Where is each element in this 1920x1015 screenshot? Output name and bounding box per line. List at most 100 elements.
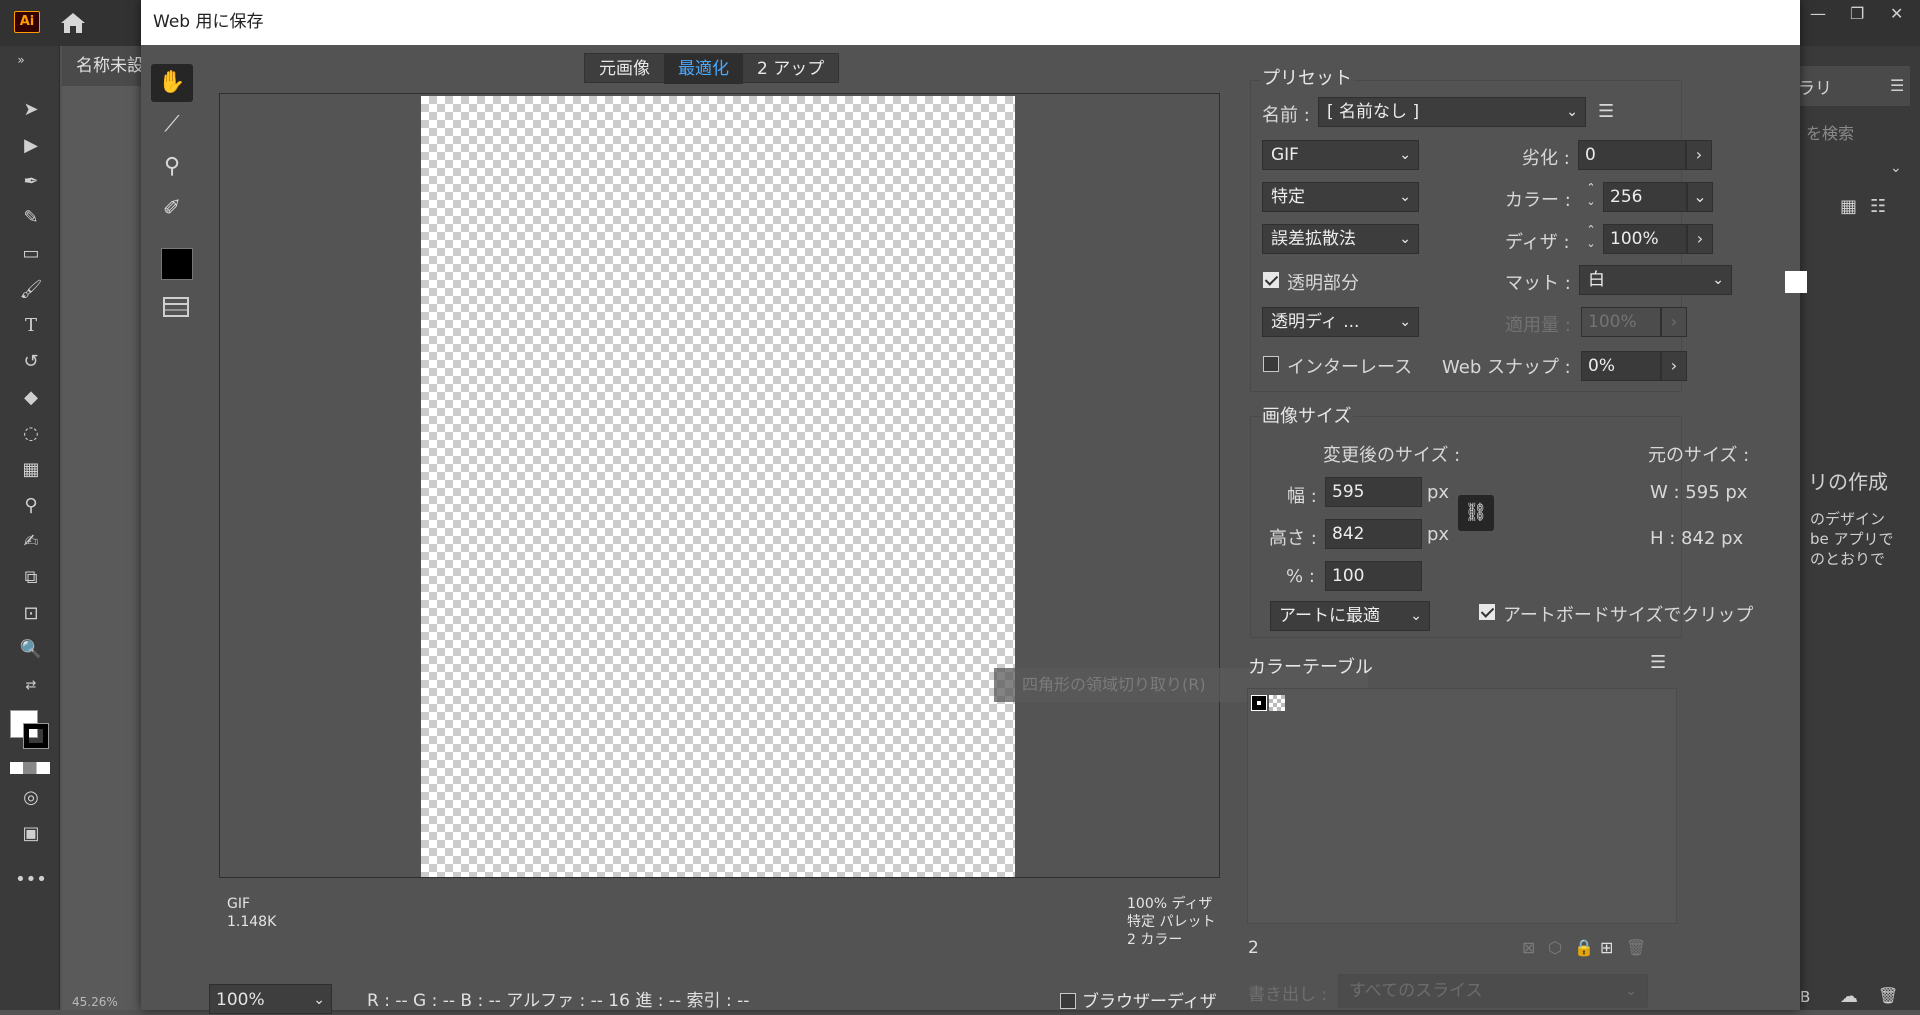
delete-color-icon[interactable]: 🗑 xyxy=(1626,938,1646,957)
web-snap-input[interactable]: 0% xyxy=(1581,351,1661,381)
rectangle-tool-icon[interactable]: ▭ xyxy=(14,240,48,268)
close-window-button[interactable]: ✕ xyxy=(1890,4,1903,23)
preview-format: GIF xyxy=(227,896,251,912)
optimize-fit-select[interactable]: アートに最適 ⌄ xyxy=(1270,601,1430,631)
zoom-level-value: 100% xyxy=(216,990,265,1010)
colors-input[interactable]: 256 xyxy=(1603,182,1687,212)
lossy-slider-button[interactable]: › xyxy=(1686,140,1712,170)
lasso-tool-icon[interactable]: ◌ xyxy=(14,420,48,448)
grid-view-icon[interactable]: ▦ xyxy=(1840,196,1857,217)
color-count: 2 xyxy=(1248,938,1259,958)
chevron-down-icon[interactable]: ⌄ xyxy=(1890,160,1902,176)
chevron-down-icon: ⌄ xyxy=(1625,983,1637,999)
tab-2-up[interactable]: 2 アップ xyxy=(743,54,838,84)
draw-mode-icon[interactable]: ◎ xyxy=(14,784,48,812)
clip-to-artboard-checkbox[interactable] xyxy=(1479,604,1495,620)
dither-slider-button[interactable]: › xyxy=(1687,224,1713,254)
direct-selection-tool-icon[interactable]: ▶ xyxy=(14,132,48,160)
canvas-area xyxy=(62,86,142,1010)
eyedropper-tool-icon[interactable]: ⚲ xyxy=(14,492,48,520)
file-format-select[interactable]: GIF ⌄ xyxy=(1262,140,1419,170)
height-input[interactable]: 842 xyxy=(1325,519,1422,549)
selection-tool-icon[interactable]: ➤ xyxy=(14,96,48,124)
color-table[interactable] xyxy=(1247,688,1677,924)
percent-input[interactable]: 100 xyxy=(1325,561,1422,591)
cloud-icon[interactable]: ☁ xyxy=(1840,986,1858,1007)
create-library-title: リの作成 xyxy=(1808,470,1888,494)
lossy-input[interactable]: 0 xyxy=(1578,140,1686,170)
gradient-tool-icon[interactable]: ▦ xyxy=(14,456,48,484)
dialog-title: Web 用に保存 xyxy=(141,0,1800,45)
swap-colors-icon[interactable]: ⇄ xyxy=(14,672,48,700)
matte-select[interactable]: 白 ⌄ xyxy=(1579,265,1732,295)
stroke-swatch[interactable] xyxy=(23,723,49,749)
color-reduction-select[interactable]: 特定 ⌄ xyxy=(1262,182,1419,212)
artboard-tool-icon[interactable]: ⊡ xyxy=(14,600,48,628)
zoom-tool-icon[interactable]: 🔍 xyxy=(14,636,48,664)
eyedropper-color-swatch[interactable] xyxy=(161,248,193,280)
amount-slider-button[interactable]: › xyxy=(1661,307,1687,337)
amount-input[interactable]: 100% xyxy=(1581,307,1661,337)
hand-icon[interactable]: ✋ xyxy=(151,64,193,102)
chevron-down-icon: ⌄ xyxy=(1399,314,1411,330)
preview-file-size: 1.148K xyxy=(227,914,277,930)
home-icon[interactable] xyxy=(58,10,88,36)
web-snap-slider-button[interactable]: › xyxy=(1661,351,1687,381)
menu-icon[interactable]: ☰ xyxy=(1598,101,1614,122)
pen-tool-icon[interactable]: ✒ xyxy=(14,168,48,196)
minimize-button[interactable]: — xyxy=(1810,4,1826,23)
list-view-icon[interactable]: ☷ xyxy=(1870,196,1886,217)
paintbrush-tool-icon[interactable]: 🖌 xyxy=(14,276,48,304)
restore-button[interactable]: ❐ xyxy=(1850,4,1864,23)
export-select[interactable]: すべてのスライス ⌄ xyxy=(1338,974,1648,1008)
browser-dither-option[interactable]: ブラウザーディザ xyxy=(1060,987,1217,1012)
color-swatch-black[interactable] xyxy=(1251,695,1267,711)
more-tools-icon[interactable]: ••• xyxy=(14,866,48,894)
matte-label: マット : xyxy=(1505,273,1571,294)
web-shift-icon[interactable]: ⬡ xyxy=(1548,938,1562,957)
color-mode-icon[interactable] xyxy=(10,762,50,774)
rotate-tool-icon[interactable]: ↺ xyxy=(14,348,48,376)
library-search-input[interactable]: を検索 xyxy=(1806,120,1854,144)
transparency-dither-select[interactable]: 透明ディ ... ⌄ xyxy=(1262,307,1419,337)
colors-dropdown-button[interactable]: ⌄ xyxy=(1687,182,1713,212)
illustrator-logo: Ai xyxy=(14,11,40,33)
slice-select-icon[interactable]: ⟋ xyxy=(151,106,193,144)
interlaced-checkbox[interactable] xyxy=(1263,356,1279,372)
tab-original[interactable]: 元画像 xyxy=(585,54,664,84)
export-label: 書き出し : xyxy=(1248,985,1328,1005)
add-color-icon[interactable]: ⊞ xyxy=(1600,938,1613,957)
color-swatch-transparent[interactable] xyxy=(1269,695,1285,711)
colors-stepper[interactable]: ⌃ ⌄ xyxy=(1581,181,1601,213)
expand-panel-icon[interactable]: » xyxy=(4,46,38,74)
shape-builder-tool-icon[interactable]: ⧉ xyxy=(14,564,48,592)
preview-dither: 100% ディザ xyxy=(1127,896,1213,912)
trash-icon[interactable]: 🗑 xyxy=(1878,986,1898,1005)
zoom-status[interactable]: 45.26% xyxy=(62,995,142,1010)
tab-optimized[interactable]: 最適化 xyxy=(664,54,743,84)
type-tool-icon[interactable]: T xyxy=(14,312,48,340)
transparency-checkbox[interactable] xyxy=(1263,272,1279,288)
lock-icon[interactable]: 🔒 xyxy=(1574,938,1594,957)
amount-label: 適用量 : xyxy=(1505,315,1571,336)
zoom-icon[interactable]: ⚲ xyxy=(151,148,193,186)
panel-menu-icon[interactable]: ☰ xyxy=(1890,76,1904,95)
dither-algorithm-select[interactable]: 誤差拡散法 ⌄ xyxy=(1262,224,1419,254)
matte-color-swatch[interactable] xyxy=(1785,271,1807,293)
link-icon[interactable]: ⛓ xyxy=(1458,495,1494,531)
preview-pane[interactable] xyxy=(219,93,1220,878)
dither-stepper[interactable]: ⌃ ⌄ xyxy=(1581,223,1601,255)
original-size-label: 元のサイズ : xyxy=(1648,445,1750,466)
dither-input[interactable]: 100% xyxy=(1603,224,1687,254)
browser-dither-checkbox[interactable] xyxy=(1060,993,1076,1009)
preset-name-select[interactable]: [ 名前なし ] ⌄ xyxy=(1318,97,1586,127)
color-table-menu-icon[interactable]: ☰ xyxy=(1650,652,1666,673)
screen-mode-icon[interactable]: ▣ xyxy=(14,820,48,848)
eraser-tool-icon[interactable]: ◆ xyxy=(14,384,48,412)
toggle-slices-icon[interactable] xyxy=(161,295,191,319)
width-input[interactable]: 595 xyxy=(1325,477,1422,507)
eyedropper-icon[interactable]: ✐ xyxy=(151,190,193,228)
curvature-tool-icon[interactable]: ✎ xyxy=(14,204,48,232)
map-to-transparent-icon[interactable]: ⊠ xyxy=(1522,938,1535,957)
puppet-warp-tool-icon[interactable]: ✍ xyxy=(14,528,48,556)
